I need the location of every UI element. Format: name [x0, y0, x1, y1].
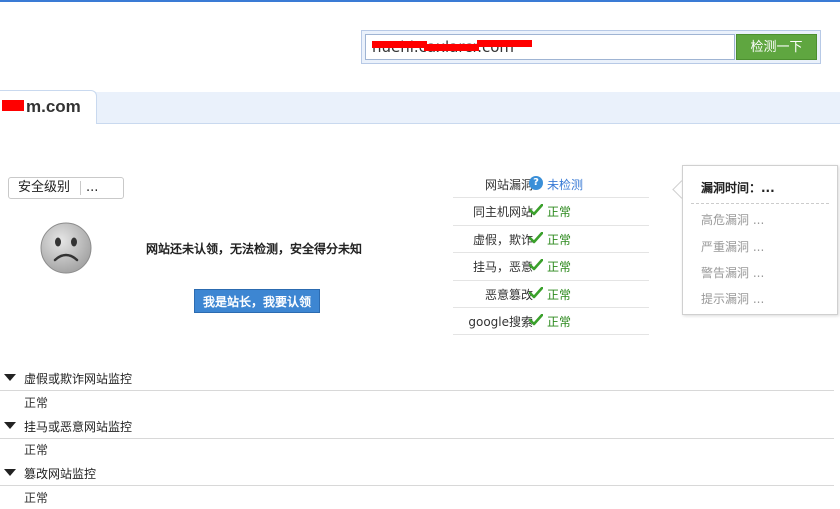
triangle-down-icon — [4, 374, 16, 381]
check-name: 网站漏洞 — [484, 178, 533, 192]
check-status: 正常 — [529, 258, 572, 275]
check-name: 同主机网站 — [472, 205, 533, 220]
check-status: 正常 — [529, 231, 572, 248]
claim-site-button[interactable]: 我是站长，我要认领 — [194, 289, 320, 313]
vuln-item-severe: 严重漏洞 ... — [701, 240, 765, 254]
check-icon — [529, 231, 543, 244]
check-name: google搜索 — [468, 314, 533, 329]
check-status-text: 正常 — [547, 205, 572, 220]
check-status-text: 正常 — [547, 314, 572, 329]
security-level-label: 安全级别 — [18, 180, 71, 195]
monitor-status: 正常 — [24, 396, 49, 410]
redaction-mark — [372, 41, 427, 48]
check-button[interactable]: 检测一下 — [736, 34, 817, 60]
check-status[interactable]: ? 未检测 — [529, 176, 584, 193]
monitor-title: 虚假或欺诈网站监控 — [24, 372, 133, 386]
tab-domain-label: m.com — [26, 97, 81, 116]
tab-strip — [0, 92, 840, 124]
check-status: 正常 — [529, 203, 572, 220]
tab-domain[interactable]: m.com — [0, 90, 97, 124]
monitor-title: 篡改网站监控 — [24, 467, 97, 481]
check-row-malware: 挂马，恶意 正常 — [453, 253, 649, 281]
security-level-box: 安全级别 ... — [8, 177, 124, 199]
triangle-down-icon — [4, 469, 16, 476]
check-icon — [529, 204, 543, 216]
check-row-tamper: 恶意篡改 正常 — [453, 281, 649, 308]
monitor-section-fraud[interactable]: 虚假或欺诈网站监控 — [0, 368, 834, 391]
check-icon — [529, 286, 543, 298]
redaction-mark — [2, 100, 24, 111]
check-name: 挂马，恶意 — [472, 260, 533, 275]
sad-face-icon — [40, 222, 92, 274]
search-bar: nuehi.caxlarcr.com 检测一下 — [361, 30, 821, 64]
check-status-text: 未检测 — [547, 178, 584, 192]
security-level-divider — [80, 181, 81, 195]
check-name: 恶意篡改 — [484, 287, 533, 302]
monitor-status: 正常 — [24, 443, 49, 457]
question-icon: ? — [529, 176, 543, 190]
monitor-title: 挂马或恶意网站监控 — [24, 420, 133, 434]
check-row-same-host: 同主机网站 正常 — [453, 198, 649, 226]
check-row-vuln: 网站漏洞 ? 未检测 — [453, 171, 649, 199]
monitor-section-malware[interactable]: 挂马或恶意网站监控 — [0, 416, 834, 439]
check-status-text: 正常 — [547, 260, 572, 275]
check-status: 正常 — [529, 313, 572, 330]
check-list: 网站漏洞 ? 未检测 同主机网站 正常 虚假，欺诈 正常 挂马，恶意 正常 恶意… — [453, 171, 649, 336]
unclaimed-message: 网站还未认领，无法检测，安全得分未知 — [146, 242, 363, 256]
divider — [691, 203, 829, 204]
check-status: 正常 — [529, 286, 572, 303]
vuln-item-info: 提示漏洞 ... — [701, 292, 765, 306]
triangle-down-icon — [4, 422, 16, 429]
vuln-item-high: 高危漏洞 ... — [701, 213, 765, 227]
redaction-mark — [477, 40, 532, 47]
vulnerability-popover: 漏洞时间：... 高危漏洞 ... 严重漏洞 ... 警告漏洞 ... 提示漏洞… — [682, 165, 838, 315]
security-level-value: ... — [86, 180, 99, 195]
redaction-mark — [424, 44, 479, 51]
check-status-text: 正常 — [547, 232, 572, 247]
check-row-fraud: 虚假，欺诈 正常 — [453, 226, 649, 254]
monitor-section-tamper[interactable]: 篡改网站监控 — [0, 463, 834, 486]
check-icon — [529, 259, 543, 271]
top-accent-line — [0, 0, 840, 2]
vulnerability-time: 漏洞时间：... — [701, 181, 775, 195]
check-icon — [529, 313, 543, 326]
check-status-text: 正常 — [547, 287, 572, 302]
check-row-google: google搜索 正常 — [453, 308, 649, 336]
vuln-item-warning: 警告漏洞 ... — [701, 266, 765, 280]
check-name: 虚假，欺诈 — [472, 232, 533, 247]
monitor-status: 正常 — [24, 491, 49, 505]
